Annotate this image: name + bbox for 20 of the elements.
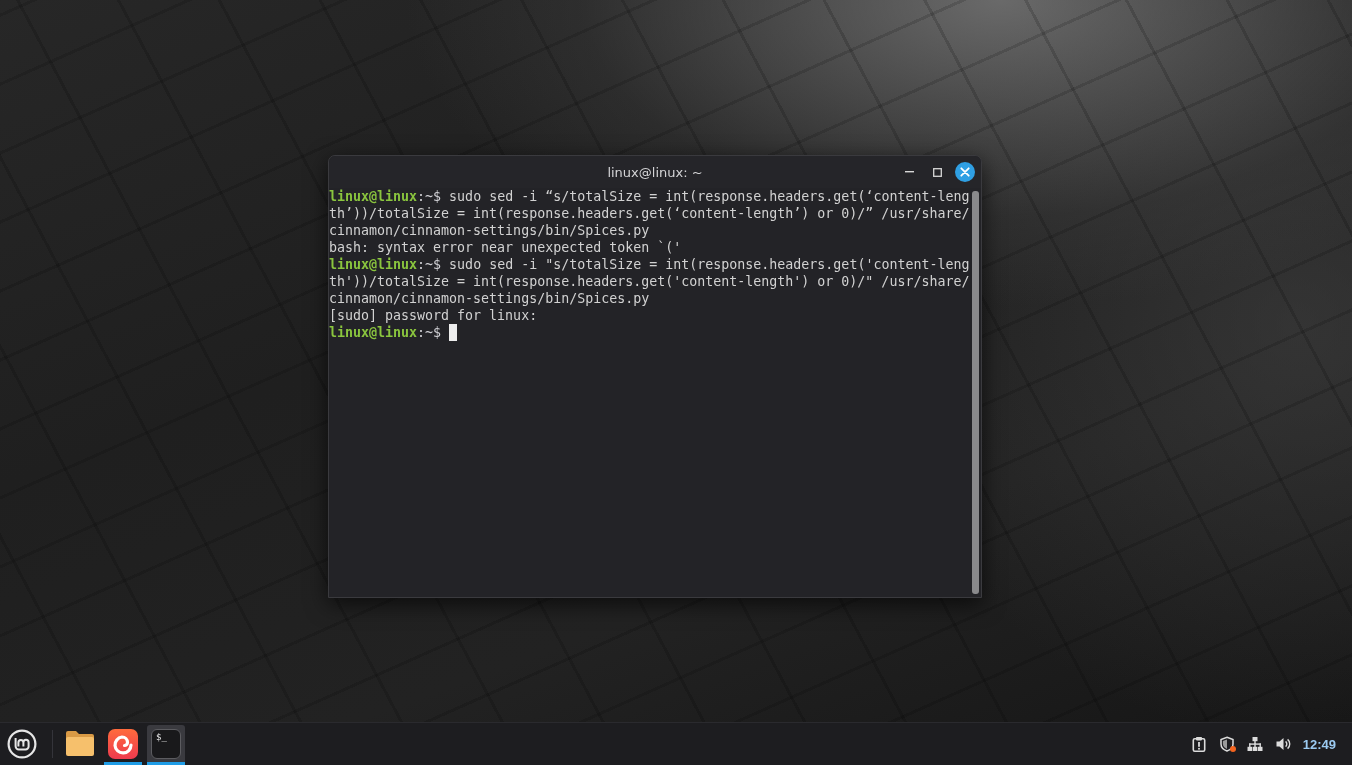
network-icon [1246, 736, 1263, 752]
folder-icon [65, 730, 95, 757]
command-line: linux@linux:~$ sudo sed -i "s/totalSize = int(response.headers.get('content-length'))/totalSize = int(response.headers.get('content-length') or 0)/" /usr/share/cinnamon/cinnamon-settings/bin/Spices.py [329, 256, 971, 307]
prompt-glyph: $_ [156, 732, 167, 742]
logo-icon [7, 729, 37, 759]
taskbar-app-button[interactable]: $_ [147, 725, 185, 765]
close-button[interactable] [955, 162, 975, 182]
volume-icon [1274, 736, 1291, 752]
scrollbar[interactable] [972, 191, 979, 594]
minimize-icon [904, 171, 914, 173]
output-line: [sudo] password for linux: [329, 307, 539, 324]
close-icon [955, 162, 975, 182]
shield-icon [1218, 736, 1235, 752]
prompt-line: linux@linux:~$ [329, 325, 443, 340]
output-line: bash: syntax error near unexpected token `(' [329, 239, 683, 256]
window-title: linux@linux: ~ [607, 164, 703, 180]
maximize-icon [932, 167, 942, 177]
clock[interactable]: 12:49 [1302, 736, 1336, 752]
swirl-icon [108, 728, 138, 759]
clipboard-alert-icon [1190, 736, 1207, 752]
